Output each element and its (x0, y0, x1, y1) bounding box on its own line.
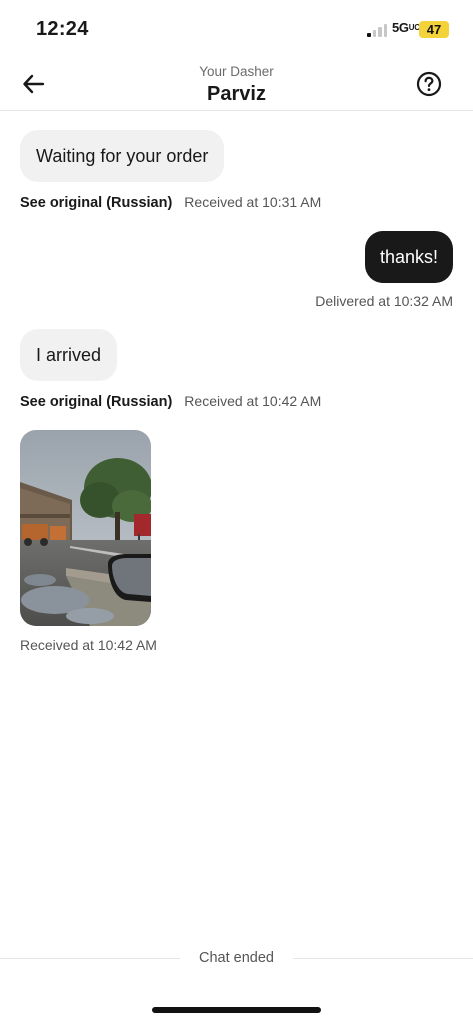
status-bar: 12:24 5GUC 47 (0, 0, 473, 52)
message-timestamp: Received at 10:42 AM (20, 637, 157, 653)
message-timestamp: Received at 10:31 AM (184, 194, 322, 210)
message-meta: See original (Russian) Received at 10:31 … (20, 194, 321, 211)
cellular-signal-icon (367, 24, 389, 37)
see-original-link[interactable]: See original (Russian) (20, 195, 172, 211)
home-indicator[interactable] (152, 1007, 321, 1013)
help-button[interactable] (416, 71, 442, 97)
outgoing-message-bubble: thanks! (364, 231, 453, 283)
dasher-name: Parviz (207, 83, 266, 105)
message-timestamp: Received at 10:42 AM (184, 393, 322, 409)
network-type: 5GUC (392, 20, 420, 35)
incoming-message-bubble: I arrived (20, 329, 118, 381)
chat-ended-label: Chat ended (199, 950, 274, 966)
chat-ended-divider: Chat ended (0, 946, 473, 972)
chat-header: Your Dasher Parviz (0, 52, 473, 111)
message-timestamp: Delivered at 10:32 AM (315, 293, 453, 309)
incoming-message-bubble: Waiting for your order (20, 130, 225, 182)
battery-indicator: 47 (419, 21, 449, 38)
arrival-photo (20, 430, 151, 626)
message-meta: See original (Russian) Received at 10:42 … (20, 393, 321, 410)
header-subtitle: Your Dasher (199, 64, 274, 79)
photo-message[interactable] (20, 430, 151, 626)
status-time: 12:24 (36, 18, 89, 40)
help-icon (416, 71, 442, 97)
see-original-link[interactable]: See original (Russian) (20, 394, 172, 410)
